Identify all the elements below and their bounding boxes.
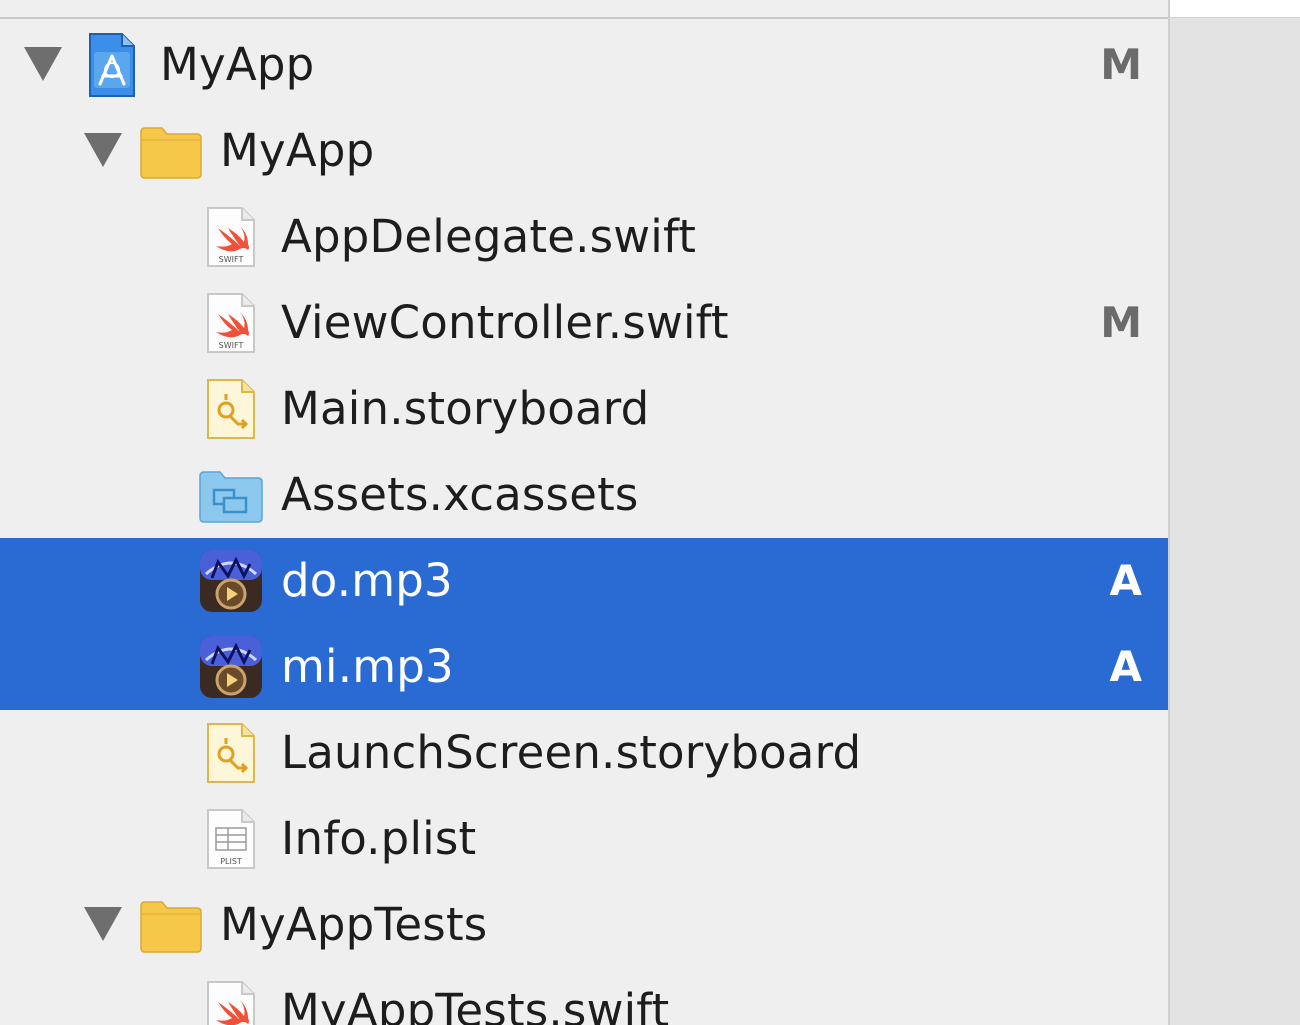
file-name-label: MyApp [220, 124, 375, 177]
file-name-label: LaunchScreen.storyboard [281, 726, 862, 779]
source-control-status-badge: A [1109, 556, 1142, 605]
file-tree-row-8[interactable]: LaunchScreen.storyboard [0, 710, 1168, 796]
disclosure-triangle-icon[interactable] [84, 907, 122, 941]
swift-file-icon: SWIFT [198, 204, 264, 270]
storyboard-file-icon [198, 720, 264, 786]
file-tree-row-6[interactable]: do.mp3 A [0, 538, 1168, 624]
swift-file-icon: SWIFT [198, 978, 264, 1025]
file-name-label: AppDelegate.swift [281, 210, 697, 263]
source-control-status-badge: A [1109, 642, 1142, 691]
file-name-label: Assets.xcassets [281, 468, 639, 521]
file-name-label: Main.storyboard [281, 382, 650, 435]
file-name-label: mi.mp3 [281, 640, 454, 693]
asset-catalog-icon [198, 462, 264, 528]
audio-file-icon [198, 634, 264, 700]
navigator-top-bar [0, 0, 1168, 19]
svg-text:PLIST: PLIST [220, 857, 242, 866]
file-tree-row-3[interactable]: SWIFT ViewController.swift M [0, 280, 1168, 366]
file-tree-row-11[interactable]: SWIFT MyAppTests.swift [0, 968, 1168, 1025]
svg-text:SWIFT: SWIFT [219, 255, 244, 264]
file-tree-row-5[interactable]: Assets.xcassets [0, 452, 1168, 538]
swift-file-icon: SWIFT [198, 290, 264, 356]
project-navigator[interactable]: MyApp M MyApp SWIFT AppDelegate.swift SW… [0, 0, 1168, 1025]
file-tree-row-0[interactable]: MyApp M [0, 22, 1168, 108]
xcode-window: MyApp M MyApp SWIFT AppDelegate.swift SW… [0, 0, 1300, 1025]
svg-text:SWIFT: SWIFT [219, 341, 244, 350]
folder-icon [138, 892, 204, 958]
audio-file-icon [198, 548, 264, 614]
xcode-project-icon [78, 32, 144, 98]
plist-file-icon: PLIST [198, 806, 264, 872]
storyboard-file-icon [198, 376, 264, 442]
file-name-label: MyAppTests [220, 898, 488, 951]
disclosure-triangle-icon[interactable] [84, 133, 122, 167]
editor-top-bar [1170, 0, 1300, 18]
file-name-label: ViewController.swift [281, 296, 729, 349]
file-name-label: do.mp3 [281, 554, 453, 607]
file-name-label: MyApp [160, 38, 315, 91]
file-name-label: MyAppTests.swift [281, 984, 670, 1025]
file-name-label: Info.plist [281, 812, 477, 865]
file-tree: MyApp M MyApp SWIFT AppDelegate.swift SW… [0, 22, 1168, 1025]
file-tree-row-1[interactable]: MyApp [0, 108, 1168, 194]
file-tree-row-9[interactable]: PLIST Info.plist [0, 796, 1168, 882]
disclosure-triangle-icon[interactable] [24, 47, 62, 81]
source-control-status-badge: M [1100, 40, 1142, 89]
source-control-status-badge: M [1100, 298, 1142, 347]
file-tree-row-4[interactable]: Main.storyboard [0, 366, 1168, 452]
file-tree-row-2[interactable]: SWIFT AppDelegate.swift [0, 194, 1168, 280]
editor-area [1170, 0, 1300, 1025]
folder-icon [138, 118, 204, 184]
file-tree-row-7[interactable]: mi.mp3 A [0, 624, 1168, 710]
file-tree-row-10[interactable]: MyAppTests [0, 882, 1168, 968]
